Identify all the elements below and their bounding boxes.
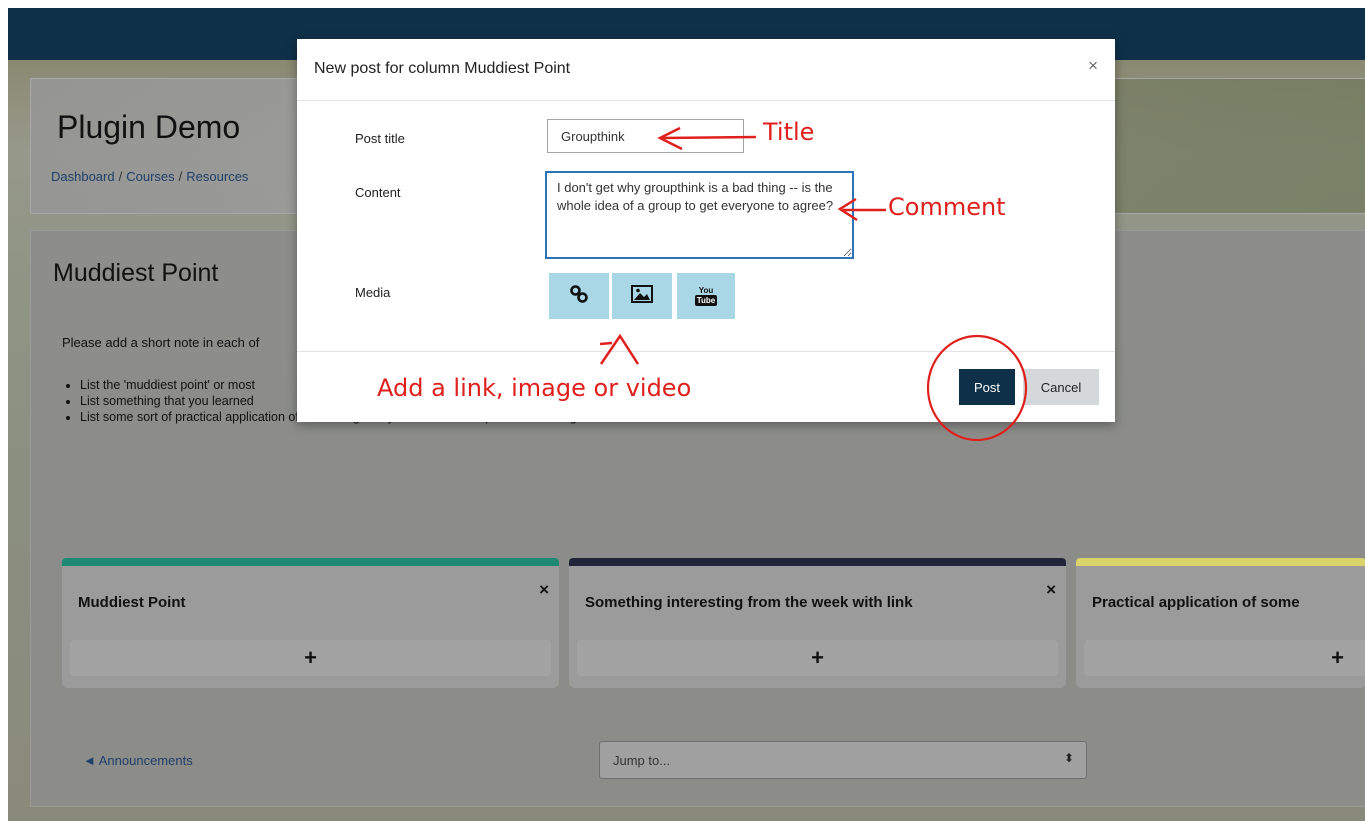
title-arrow (661, 135, 757, 140)
annotation-overlay (599, 126, 1028, 442)
media-arrow-mark (599, 341, 613, 346)
comment-annotation: Comment (888, 193, 1006, 221)
media-arrow (599, 333, 640, 365)
media-annotation: Add a link, image or video (377, 374, 692, 402)
post-circle (926, 334, 1028, 442)
title-annotation: Title (763, 118, 815, 146)
